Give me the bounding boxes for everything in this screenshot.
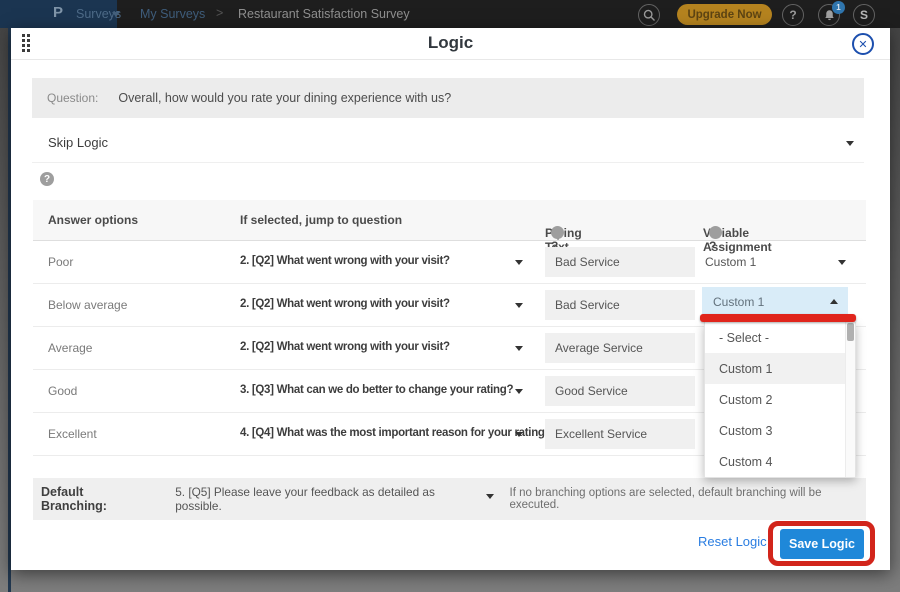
upgrade-now-button[interactable]: Upgrade Now (677, 4, 772, 25)
jump-question-select[interactable]: 3. [Q3] What can we do better to change … (240, 384, 513, 396)
answer-option-label: Below average (48, 298, 127, 312)
jump-question-select[interactable]: 4. [Q4] What was the most important reas… (240, 427, 551, 439)
header-jump-question: If selected, jump to question (240, 213, 402, 227)
chevron-down-icon (515, 389, 523, 394)
search-button[interactable] (638, 4, 660, 26)
modal-header: Logic ✕ (11, 28, 890, 60)
variable-select[interactable]: Custom 1 (705, 255, 756, 269)
question-mark-icon: ? (789, 8, 796, 22)
piping-help-icon[interactable]: ? (551, 226, 564, 239)
chevron-down-icon (486, 494, 494, 499)
chevron-down-icon (515, 346, 523, 351)
breadcrumb-separator: > (216, 6, 223, 20)
selected-variable-value: Custom 1 (713, 295, 764, 309)
dropdown-option-select[interactable]: - Select - (705, 322, 855, 353)
close-button[interactable]: ✕ (852, 33, 874, 55)
skip-logic-help-button[interactable]: ? (40, 172, 54, 186)
skip-logic-label: Skip Logic (48, 135, 108, 150)
breadcrumb-my-surveys[interactable]: My Surveys (140, 7, 205, 21)
chevron-up-icon (830, 299, 838, 304)
screen: P Surveys My Surveys > Restaurant Satisf… (0, 0, 900, 592)
chevron-down-icon (515, 432, 523, 437)
modal-title: Logic (11, 33, 890, 53)
dropdown-option-custom1[interactable]: Custom 1 (705, 353, 855, 384)
save-logic-button[interactable]: Save Logic (780, 529, 864, 559)
variable-select-open[interactable]: Custom 1 (702, 287, 848, 317)
help-button[interactable]: ? (782, 4, 804, 26)
piping-text-input[interactable] (545, 290, 695, 320)
question-label: Question: (47, 91, 98, 105)
dropdown-scrollbar[interactable] (845, 322, 855, 477)
variable-help-icon[interactable]: ? (709, 226, 722, 239)
annotation-red-underline (700, 314, 856, 322)
chevron-down-icon (838, 260, 846, 265)
chevron-down-icon (515, 260, 523, 265)
question-bar: Question: Overall, how would you rate yo… (32, 78, 864, 118)
piping-text-input[interactable] (545, 376, 695, 406)
default-branching-label: Default Branching: (41, 485, 150, 513)
variable-dropdown-panel: - Select - Custom 1 Custom 2 Custom 3 Cu… (704, 322, 856, 478)
jump-question-select[interactable]: 2. [Q2] What went wrong with your visit? (240, 341, 450, 353)
dropdown-option-custom4[interactable]: Custom 4 (705, 446, 855, 477)
breadcrumb-current: Restaurant Satisfaction Survey (238, 7, 410, 21)
question-text: Overall, how would you rate your dining … (118, 91, 451, 105)
answer-option-label: Poor (48, 255, 73, 269)
scrollbar-thumb[interactable] (847, 323, 854, 341)
skip-logic-accordion[interactable]: Skip Logic (32, 124, 864, 163)
notification-badge: 1 (832, 1, 845, 14)
top-navigation-bar: P Surveys My Surveys > Restaurant Satisf… (0, 0, 900, 28)
jump-question-select[interactable]: 2. [Q2] What went wrong with your visit? (240, 298, 450, 310)
search-icon (643, 9, 656, 22)
chevron-down-icon (846, 141, 854, 146)
piping-text-input[interactable] (545, 247, 695, 277)
answer-option-label: Good (48, 384, 77, 398)
avatar-initial: S (860, 8, 868, 22)
default-branching-bar: Default Branching: 5. [Q5] Please leave … (33, 478, 866, 520)
answer-option-label: Average (48, 341, 92, 355)
piping-text-input[interactable] (545, 333, 695, 363)
table-row-poor: Poor 2. [Q2] What went wrong with your v… (33, 241, 866, 284)
table-header-row: Answer options If selected, jump to ques… (33, 200, 866, 241)
dropdown-option-custom2[interactable]: Custom 2 (705, 384, 855, 415)
logic-modal: Logic ✕ Question: Overall, how would you… (11, 28, 890, 570)
chevron-down-icon (112, 12, 120, 17)
question-mark-icon: ? (44, 174, 50, 185)
close-icon: ✕ (858, 38, 867, 51)
reset-logic-link[interactable]: Reset Logic (698, 534, 767, 549)
answer-option-label: Excellent (48, 427, 97, 441)
app-logo[interactable]: P (53, 4, 63, 21)
jump-question-select[interactable]: 2. [Q2] What went wrong with your visit? (240, 255, 450, 267)
default-branching-select[interactable]: 5. [Q5] Please leave your feedback as de… (175, 485, 477, 513)
dropdown-option-custom3[interactable]: Custom 3 (705, 415, 855, 446)
default-branching-note: If no branching options are selected, de… (510, 487, 867, 511)
header-answer-options: Answer options (48, 213, 138, 227)
chevron-down-icon (515, 303, 523, 308)
account-avatar[interactable]: S (853, 4, 875, 26)
piping-text-input[interactable] (545, 419, 695, 449)
